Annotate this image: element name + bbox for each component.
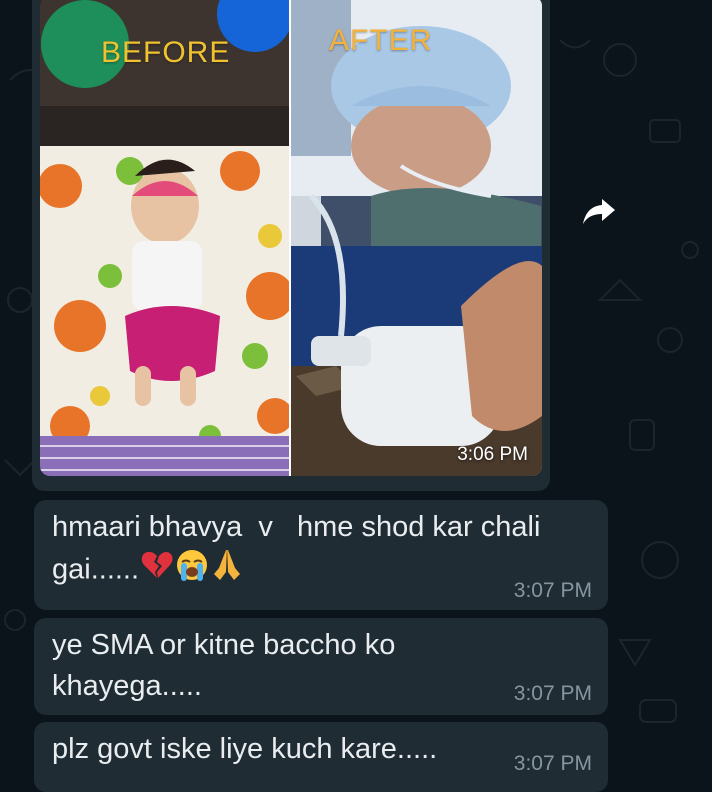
message-bubble[interactable]: ye SMA or kitne baccho ko khayega..... 3… — [34, 618, 608, 715]
folded-hands-emoji — [211, 548, 243, 594]
forward-icon — [583, 199, 615, 224]
message-line: ye SMA or kitne baccho ko — [52, 629, 396, 661]
before-after-image[interactable]: BEFORE AFTER 3:06 PM — [40, 0, 542, 476]
forward-button[interactable] — [580, 192, 618, 230]
message-timestamp: 3:07 PM — [513, 579, 592, 602]
image-timestamp: 3:06 PM — [457, 444, 528, 465]
message-line: hmaari bhavya v hme shod kar chali — [52, 511, 541, 543]
before-label: BEFORE — [101, 36, 231, 69]
message-line: gai...... — [52, 553, 140, 586]
message-bubble[interactable]: plz govt iske liye kuch kare..... 3:07 P… — [34, 722, 608, 792]
message-text: plz govt iske liye kuch kare..... — [52, 733, 438, 765]
message-text: hmaari bhavya v hme shod kar chali gai..… — [52, 507, 540, 594]
message-text: ye SMA or kitne baccho ko khayega..... — [52, 625, 395, 707]
loudly-crying-face-emoji — [175, 548, 209, 594]
message-line: khayega..... — [52, 670, 202, 702]
after-label: AFTER — [329, 24, 433, 57]
message-timestamp: 3:07 PM — [513, 682, 592, 705]
message-timestamp: 3:07 PM — [513, 752, 592, 775]
image-message-bubble[interactable]: BEFORE AFTER 3:06 PM — [32, 0, 550, 491]
broken-heart-emoji — [141, 550, 173, 592]
after-photo: AFTER — [291, 0, 542, 476]
message-bubble[interactable]: hmaari bhavya v hme shod kar chali gai..… — [34, 500, 608, 610]
before-photo: BEFORE — [40, 0, 289, 476]
